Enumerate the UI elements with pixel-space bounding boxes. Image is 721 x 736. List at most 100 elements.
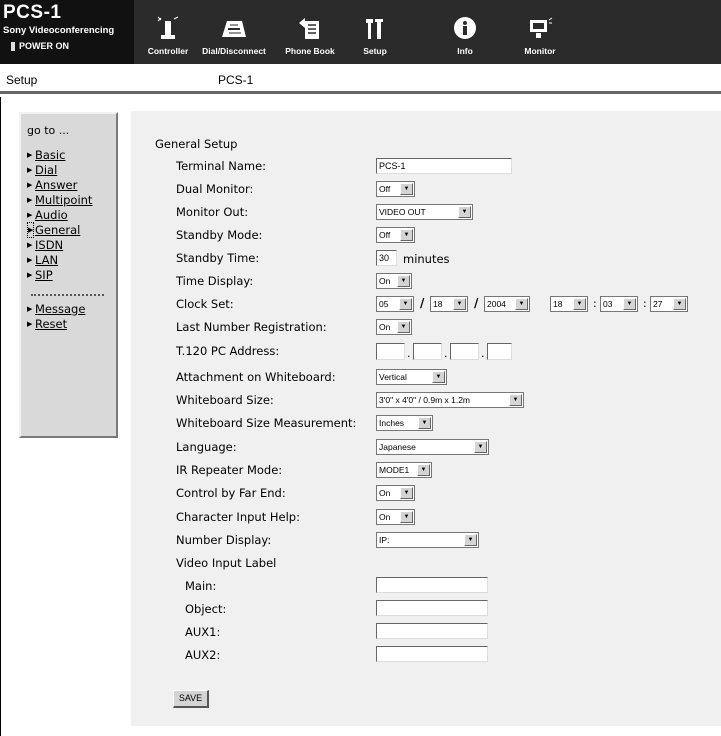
nav-phone-book[interactable]: Phone Book — [280, 0, 340, 64]
clock-day-select[interactable]: 18 ▼ — [430, 296, 468, 312]
clock-date-separator: / — [420, 296, 425, 310]
chevron-down-icon: ▼ — [673, 298, 686, 310]
nav-setup[interactable]: Setup — [354, 0, 396, 64]
terminal-name-input[interactable]: PCS-1 — [376, 158, 512, 174]
dual-monitor-value: Off — [379, 184, 391, 194]
language-label: Language: — [176, 440, 237, 454]
triangle-right-icon: ▶ — [27, 221, 34, 238]
whiteboard-size-measurement-label: Whiteboard Size Measurement: — [176, 416, 357, 430]
standby-mode-label: Standby Mode: — [176, 228, 263, 242]
sidebar-item-sip[interactable]: ▶ SIP — [27, 267, 116, 282]
clock-second-value: 27 — [653, 299, 663, 309]
control-by-far-end-select[interactable]: On ▼ — [376, 485, 415, 501]
dual-monitor-label: Dual Monitor: — [176, 182, 254, 196]
sidebar-item-multipoint[interactable]: ▶ Multipoint — [27, 192, 116, 207]
t120-pc-address-label: T.120 PC Address: — [176, 344, 280, 358]
chevron-down-icon: ▼ — [515, 298, 528, 310]
sidebar-item-answer[interactable]: ▶ Answer — [27, 177, 116, 192]
nav-info[interactable]: Info — [445, 0, 485, 64]
last-number-registration-select[interactable]: On ▼ — [376, 319, 412, 335]
clock-year-select[interactable]: 2004 ▼ — [484, 296, 530, 312]
sidebar-item-dial[interactable]: ▶ Dial — [27, 162, 116, 177]
whiteboard-size-measurement-select[interactable]: Inches ▼ — [376, 415, 433, 431]
page-title: Setup — [6, 73, 38, 87]
power-status-label: POWER ON — [19, 41, 70, 51]
t120-address-separator: . — [481, 347, 485, 360]
chevron-down-icon: ▼ — [397, 321, 410, 333]
phone-book-icon — [299, 18, 319, 39]
t120-address-octet-3[interactable] — [450, 343, 479, 360]
language-select[interactable]: Japanese ▼ — [376, 439, 489, 455]
time-display-select[interactable]: On ▼ — [376, 273, 412, 289]
t120-address-octet-4[interactable] — [487, 343, 512, 360]
chevron-down-icon: ▼ — [474, 441, 487, 453]
sidebar-item-audio[interactable]: ▶ Audio — [27, 207, 116, 222]
control-by-far-end-label: Control by Far End: — [176, 486, 286, 500]
sidebar-item-label: General — [35, 222, 81, 237]
clock-minute-select[interactable]: 03 ▼ — [600, 296, 638, 312]
attachment-on-whiteboard-select[interactable]: Vertical ▼ — [376, 369, 447, 385]
nav-controller[interactable]: Controller — [143, 0, 193, 64]
sidebar-item-isdn[interactable]: ▶ ISDN — [27, 237, 116, 252]
sidebar-item-label: Message — [35, 301, 86, 316]
character-input-help-label: Character Input Help: — [176, 510, 300, 524]
sidebar-item-basic[interactable]: ▶ Basic — [27, 147, 116, 162]
last-number-registration-label: Last Number Registration: — [176, 320, 327, 334]
chevron-down-icon: ▼ — [509, 394, 522, 406]
sidebar-item-message[interactable]: ▶ Message — [27, 301, 116, 316]
sidebar-item-general[interactable]: ▶ General — [27, 221, 116, 238]
whiteboard-size-select[interactable]: 3'0" x 4'0" / 0.9m x 1.2m ▼ — [376, 392, 524, 408]
nav-dial-disconnect[interactable]: Dial/Disconnect — [202, 0, 266, 64]
triangle-right-icon: ▶ — [27, 240, 33, 249]
chevron-down-icon: ▼ — [400, 511, 413, 523]
clock-month-value: 05 — [379, 299, 389, 309]
device-name: PCS-1 — [218, 73, 254, 87]
dial-disconnect-icon — [222, 21, 246, 37]
t120-address-octet-1[interactable] — [376, 343, 405, 360]
whiteboard-size-value: 3'0" x 4'0" / 0.9m x 1.2m — [379, 395, 471, 405]
nav-monitor[interactable]: Monitor — [518, 0, 562, 64]
clock-second-select[interactable]: 27 ▼ — [650, 296, 688, 312]
power-status: POWER ON — [11, 41, 134, 51]
sidebar-item-reset[interactable]: ▶ Reset — [27, 316, 116, 331]
monitor-out-select[interactable]: VIDEO OUT ▼ — [376, 204, 473, 220]
chevron-down-icon: ▼ — [464, 534, 477, 546]
time-display-value: On — [379, 276, 391, 286]
triangle-right-icon: ▶ — [27, 195, 33, 204]
video-input-object-field[interactable] — [376, 600, 488, 616]
standby-mode-select[interactable]: Off ▼ — [376, 227, 415, 243]
video-input-aux2-field[interactable] — [376, 646, 488, 662]
dual-monitor-select[interactable]: Off ▼ — [376, 181, 415, 197]
brand-block: PCS-1 Sony Videoconferencing POWER ON — [0, 0, 134, 64]
video-input-aux2-label: AUX2: — [185, 648, 221, 662]
terminal-name-label: Terminal Name: — [176, 159, 267, 173]
chevron-down-icon: ▼ — [417, 464, 430, 476]
nav-setup-label: Setup — [363, 46, 387, 56]
sidebar-divider — [31, 294, 104, 296]
t120-address-separator: . — [444, 347, 448, 360]
character-input-help-select[interactable]: On ▼ — [376, 509, 415, 525]
standby-time-input[interactable]: 30 — [376, 250, 397, 266]
time-display-label: Time Display: — [176, 274, 254, 288]
attachment-on-whiteboard-label: Attachment on Whiteboard: — [176, 370, 336, 384]
frame-border — [0, 97, 1, 736]
clock-minute-value: 03 — [603, 299, 613, 309]
ir-repeater-mode-select[interactable]: MODE1 ▼ — [376, 462, 432, 478]
triangle-right-icon: ▶ — [27, 210, 33, 219]
sidebar-nav: go to ... ▶ Basic ▶ Dial ▶ Answer ▶ Multipoi… — [19, 112, 118, 438]
sidebar-item-lan[interactable]: ▶ LAN — [27, 252, 116, 267]
t120-address-octet-2[interactable] — [413, 343, 442, 360]
video-input-aux1-field[interactable] — [376, 623, 488, 639]
clock-month-select[interactable]: 05 ▼ — [376, 296, 414, 312]
sidebar-item-label: ISDN — [35, 237, 64, 252]
video-input-main-field[interactable] — [376, 577, 488, 593]
chevron-down-icon: ▼ — [400, 487, 413, 499]
clock-hour-select[interactable]: 18 ▼ — [550, 296, 588, 312]
clock-day-value: 18 — [433, 299, 443, 309]
monitor-out-value: VIDEO OUT — [379, 207, 426, 217]
number-display-select[interactable]: IP: ▼ — [376, 532, 479, 548]
last-number-registration-value: On — [379, 322, 391, 332]
save-button[interactable]: SAVE — [173, 690, 209, 708]
attachment-on-whiteboard-value: Vertical — [379, 372, 407, 382]
sidebar-goto-heading: go to ... — [27, 124, 70, 137]
